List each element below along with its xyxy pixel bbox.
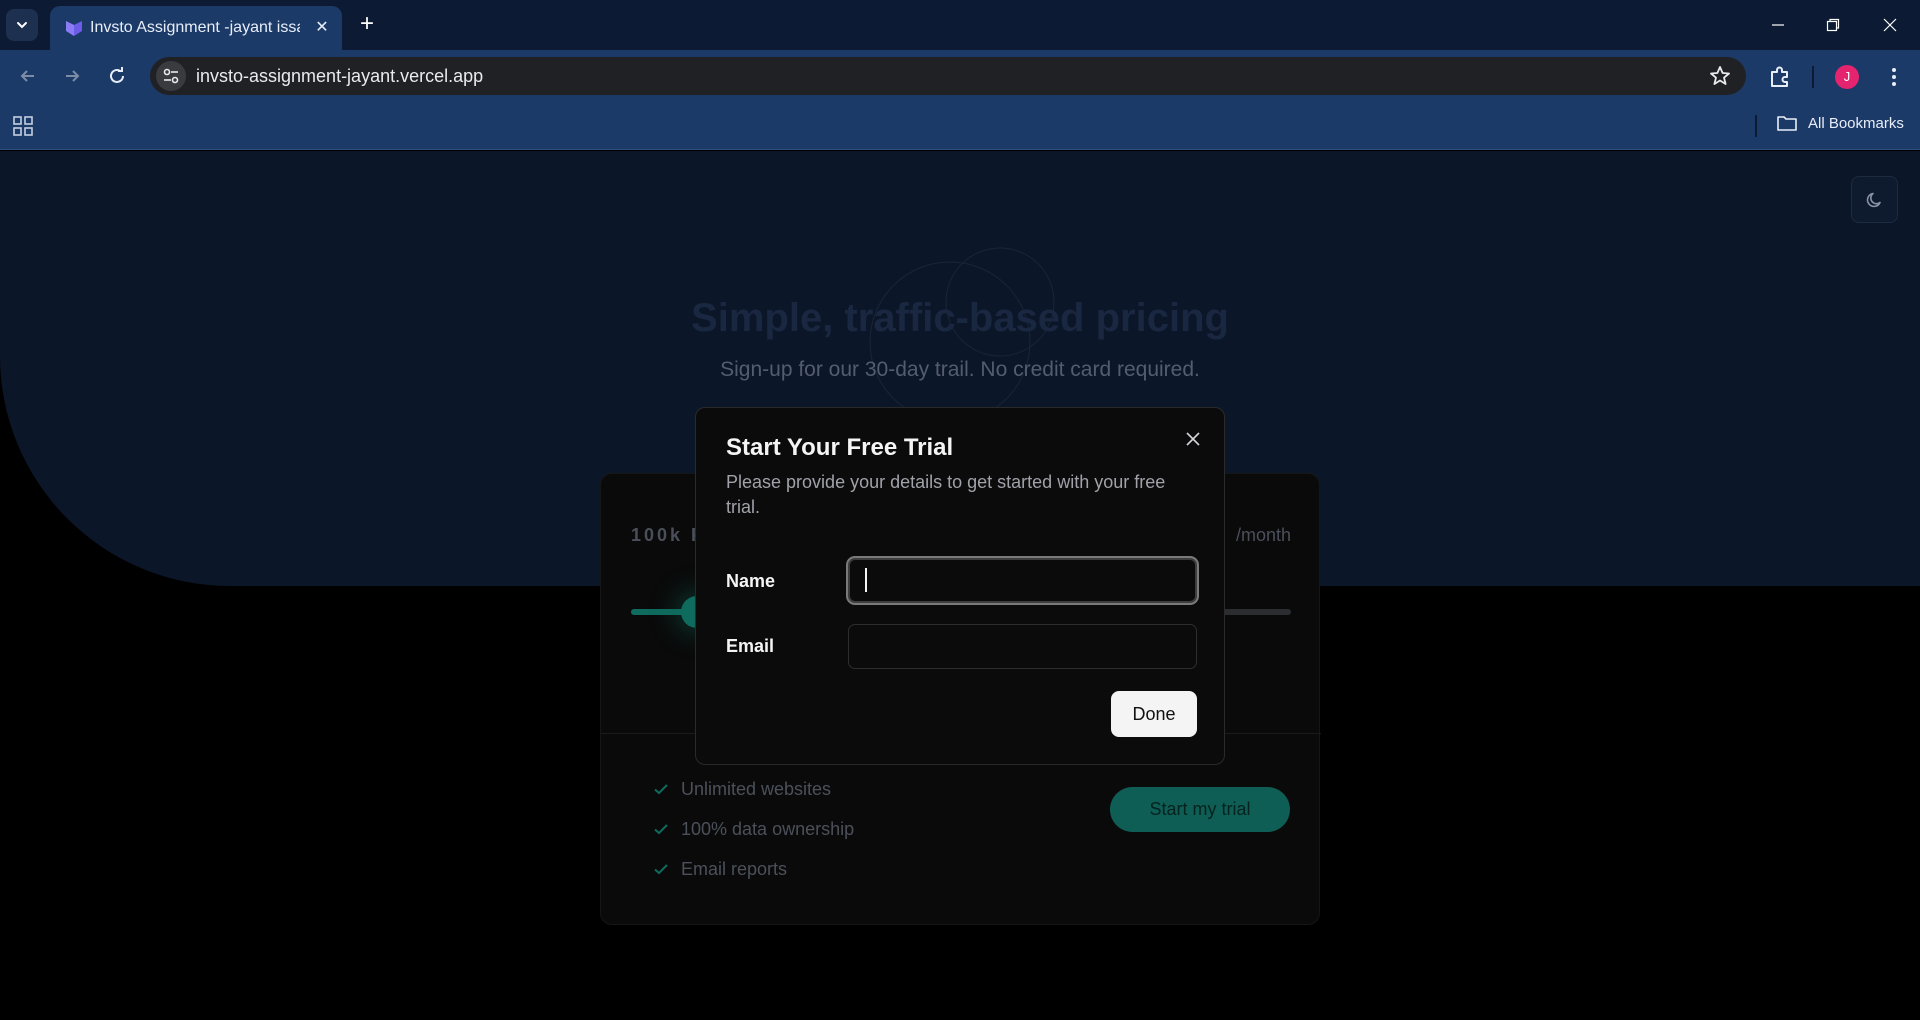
close-icon: [1883, 18, 1897, 32]
site-info-button[interactable]: [156, 61, 186, 91]
chevron-down-icon: [17, 22, 27, 29]
close-icon: [1186, 432, 1200, 446]
apps-grid-icon[interactable]: [12, 115, 34, 137]
done-button[interactable]: Done: [1111, 691, 1197, 737]
email-label: Email: [726, 636, 775, 656]
site-favicon-icon: [66, 21, 82, 36]
dialog-title: Start Your Free Trial: [726, 434, 954, 461]
all-bookmarks-button[interactable]: All Bookmarks: [1776, 114, 1904, 132]
browser-toolbar: invsto-assignment-jayant.vercel.app J: [0, 50, 1920, 102]
web-page: Simple, traffic-based pricing Sign-up fo…: [0, 151, 1920, 1020]
back-button[interactable]: [12, 60, 44, 92]
name-input[interactable]: [848, 558, 1197, 603]
bookmarks-bar: All Bookmarks: [0, 102, 1920, 150]
bookmarks-divider: [1755, 115, 1757, 137]
minimize-icon: [1772, 24, 1784, 26]
tab-title: Invsto Assignment -jayant issar: [90, 19, 300, 36]
text-caret: [865, 568, 867, 592]
dialog-close-button[interactable]: [1182, 428, 1204, 450]
email-input[interactable]: [848, 624, 1197, 669]
arrow-left-icon: [20, 70, 34, 82]
browser-tab-strip: Invsto Assignment -jayant issar ✕ +: [0, 0, 1920, 50]
tab-search-button[interactable]: [6, 9, 38, 41]
close-window-button[interactable]: [1872, 10, 1908, 40]
address-bar[interactable]: invsto-assignment-jayant.vercel.app: [150, 57, 1746, 95]
tab-close-icon[interactable]: ✕: [312, 18, 332, 38]
toolbar-divider: [1812, 66, 1814, 88]
restore-icon: [1826, 18, 1840, 32]
reload-button[interactable]: [101, 60, 133, 92]
dialog-description: Please provide your details to get start…: [726, 472, 1166, 517]
name-label: Name: [726, 571, 776, 591]
free-trial-dialog: Start Your Free Trial Please provide you…: [695, 407, 1225, 765]
folder-icon: [1777, 116, 1797, 131]
all-bookmarks-label: All Bookmarks: [1808, 114, 1904, 132]
more-menu-icon[interactable]: [1880, 63, 1908, 91]
bookmark-star-icon[interactable]: [1708, 64, 1732, 88]
restore-button[interactable]: [1815, 10, 1851, 40]
reload-icon: [110, 67, 124, 83]
new-tab-button[interactable]: +: [353, 11, 381, 39]
arrow-right-icon: [66, 70, 80, 82]
forward-button[interactable]: [56, 60, 88, 92]
profile-avatar[interactable]: J: [1835, 65, 1859, 89]
tune-icon: [163, 68, 179, 84]
browser-tab-active[interactable]: Invsto Assignment -jayant issar ✕: [50, 6, 342, 50]
url-text: invsto-assignment-jayant.vercel.app: [196, 66, 484, 86]
minimize-button[interactable]: [1760, 10, 1796, 40]
extensions-puzzle-icon[interactable]: [1766, 63, 1794, 91]
